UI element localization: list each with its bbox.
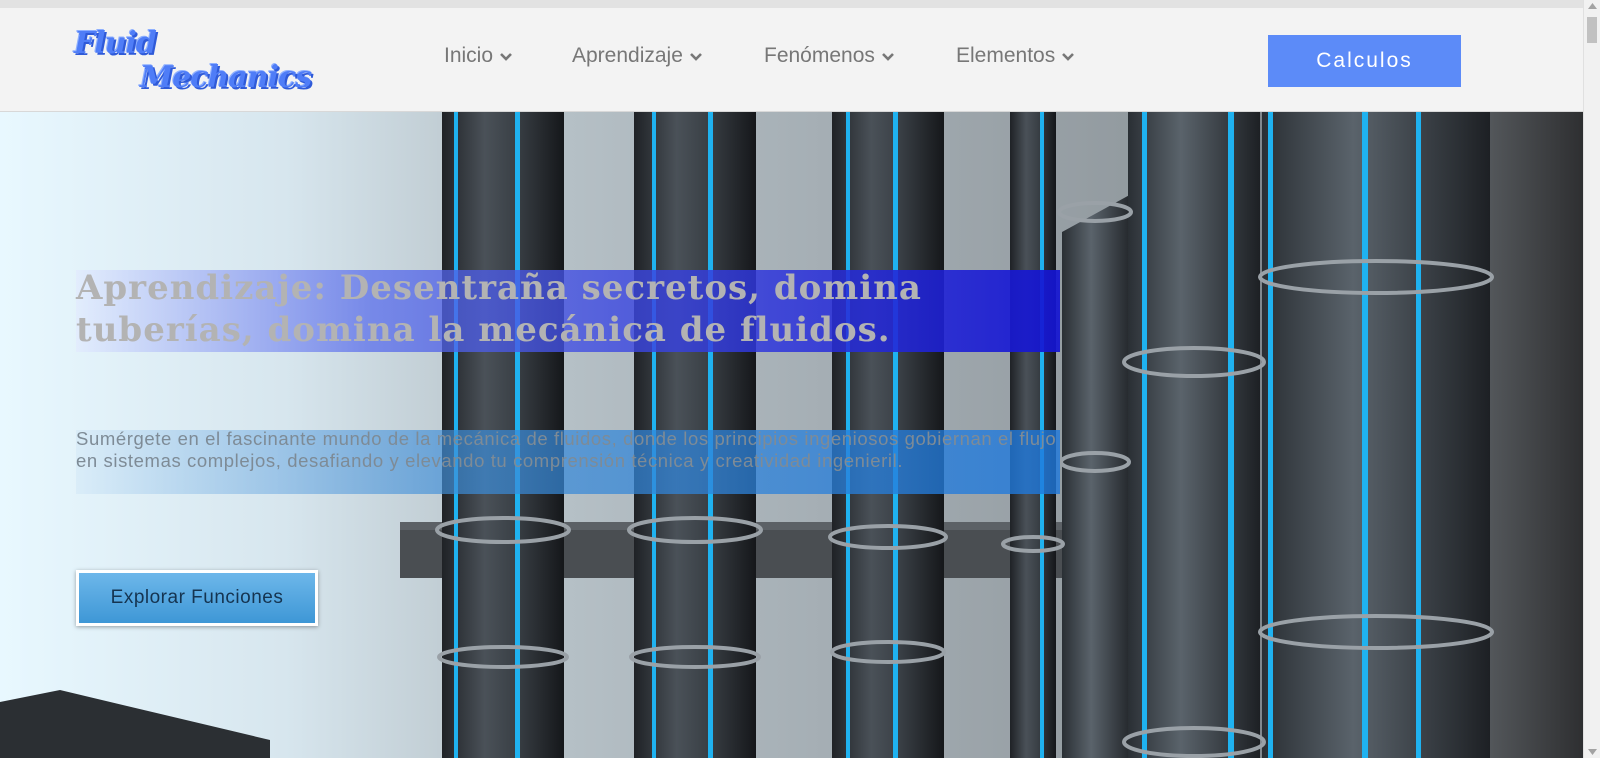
hero-subtext: Sumérgete en el fascinante mundo de la m…: [76, 428, 1057, 471]
logo-line-2: Mechanics: [140, 60, 312, 95]
site-logo[interactable]: Fluid Mechanics: [74, 26, 364, 96]
nav-item-aprendizaje[interactable]: Aprendizaje: [572, 44, 703, 68]
chevron-down-icon: [881, 44, 895, 68]
nav-item-label: Fenómenos: [764, 44, 875, 67]
nav-item-label: Elementos: [956, 44, 1056, 67]
scroll-up-arrow-icon[interactable]: [1588, 2, 1597, 10]
scrollbar-thumb[interactable]: [1587, 17, 1597, 43]
page-scrollbar[interactable]: [1583, 0, 1600, 758]
nav-item-label: Aprendizaje: [572, 44, 683, 67]
chevron-down-icon: [689, 44, 703, 68]
nav-item-label: Inicio: [444, 44, 494, 67]
nav-item-fenomenos[interactable]: Fenómenos: [764, 44, 895, 68]
hero-headline: Aprendizaje: Desentraña secretos, domina…: [76, 268, 922, 350]
logo-line-1: Fluid: [74, 26, 157, 61]
chevron-down-icon: [1061, 44, 1075, 68]
site-header: Fluid Mechanics Inicio Aprendizaje Fenóm…: [0, 8, 1583, 112]
calculos-button[interactable]: Calculos: [1268, 35, 1461, 87]
hero-section: Aprendizaje: Desentraña secretos, domina…: [0, 112, 1583, 758]
chevron-down-icon: [499, 44, 513, 68]
nav-item-inicio[interactable]: Inicio: [444, 44, 513, 68]
scroll-down-arrow-icon[interactable]: [1588, 748, 1597, 756]
nav-item-elementos[interactable]: Elementos: [956, 44, 1075, 68]
explorar-funciones-button[interactable]: Explorar Funciones: [76, 570, 318, 626]
browser-top-strip: [0, 0, 1583, 8]
